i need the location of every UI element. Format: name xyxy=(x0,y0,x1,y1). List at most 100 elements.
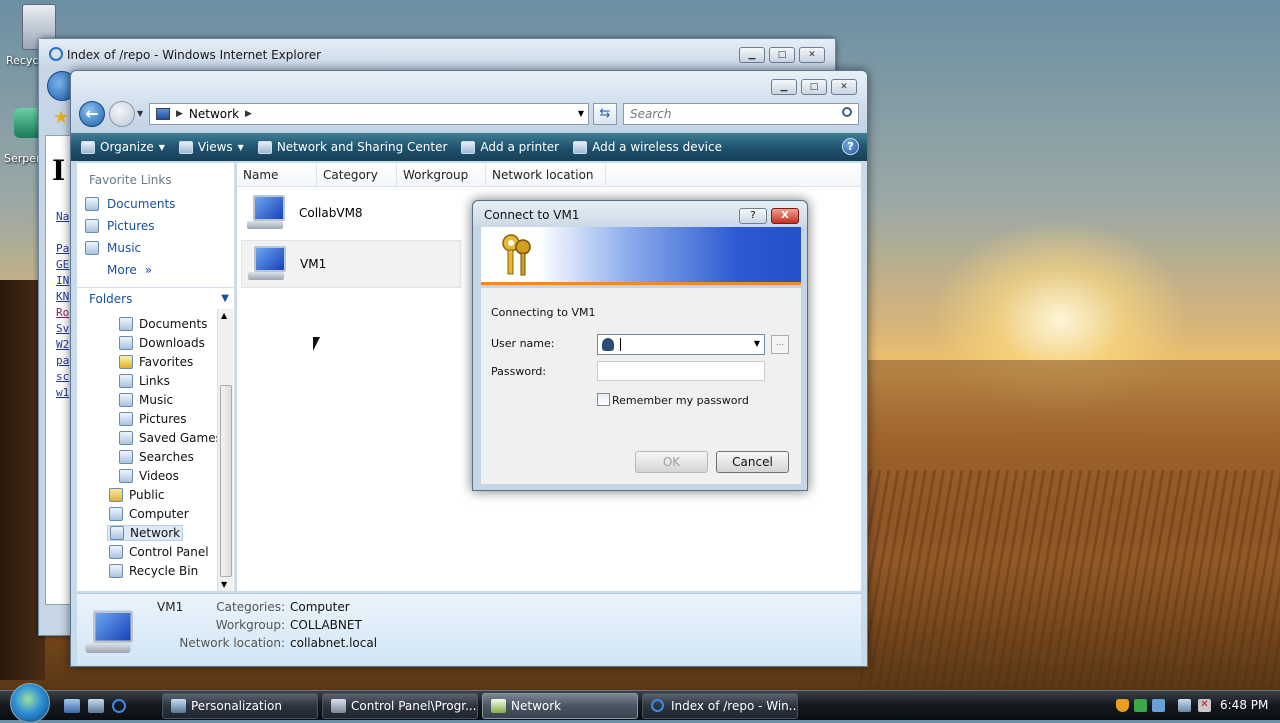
folder-public[interactable]: Public xyxy=(109,488,165,502)
task-control-panel[interactable]: Control Panel\Progr... xyxy=(322,693,478,719)
column-category[interactable]: Category xyxy=(317,163,397,187)
page-link[interactable]: pa xyxy=(56,354,69,367)
page-link[interactable]: w1 xyxy=(56,386,69,399)
ie-maximize-button[interactable]: □ xyxy=(769,47,795,63)
column-workgroup[interactable]: Workgroup xyxy=(397,163,486,187)
network-icon xyxy=(110,526,124,540)
list-item[interactable]: VM1 xyxy=(241,240,461,288)
add-wireless-device-button[interactable]: Add a wireless device xyxy=(573,140,722,154)
dialog-close-button[interactable]: X xyxy=(771,208,799,224)
remember-password-label[interactable]: Remember my password xyxy=(612,394,749,407)
network-status-icon[interactable] xyxy=(1178,699,1191,712)
forward-button[interactable] xyxy=(109,101,135,127)
ie-quicklaunch-icon[interactable] xyxy=(112,699,126,713)
volume-muted-icon[interactable]: ✕ xyxy=(1198,699,1211,712)
folder-label: Downloads xyxy=(139,336,205,350)
add-printer-button[interactable]: Add a printer xyxy=(461,140,559,154)
folder-documents[interactable]: Documents xyxy=(119,317,207,331)
page-link[interactable]: Ro xyxy=(56,306,69,319)
app-tray-icon[interactable] xyxy=(1152,699,1165,712)
folder-control-panel[interactable]: Control Panel xyxy=(109,545,209,559)
folder-searches[interactable]: Searches xyxy=(119,450,194,464)
explorer-maximize-button[interactable]: □ xyxy=(801,79,827,95)
browse-button[interactable]: ... xyxy=(771,335,789,354)
folder-music[interactable]: Music xyxy=(119,393,173,407)
explorer-minimize-button[interactable]: ▁ xyxy=(771,79,797,95)
refresh-button[interactable]: ⇆ xyxy=(593,103,617,125)
folder-computer[interactable]: Computer xyxy=(109,507,189,521)
ie-logo-icon xyxy=(49,47,63,61)
address-dropdown-icon[interactable]: ▼ xyxy=(578,104,584,124)
username-combobox[interactable]: ▼ xyxy=(597,334,765,355)
list-item[interactable]: CollabVM8 xyxy=(241,189,461,237)
scroll-down-icon[interactable]: ▼ xyxy=(221,580,227,589)
page-link[interactable]: GE xyxy=(56,258,69,271)
page-link[interactable]: sc xyxy=(56,370,69,383)
favorite-link-documents[interactable]: Documents xyxy=(85,197,175,211)
favorite-link-label: Pictures xyxy=(107,219,155,233)
page-link[interactable]: W2 xyxy=(56,338,69,351)
safely-remove-icon[interactable] xyxy=(1134,699,1147,712)
search-input[interactable]: Search xyxy=(623,103,859,125)
page-link[interactable]: KN xyxy=(56,290,69,303)
address-bar[interactable]: ▶ Network ▶ ▼ xyxy=(149,103,589,125)
documents-icon xyxy=(85,197,99,211)
task-network[interactable]: Network xyxy=(482,693,638,719)
favorites-star-icon[interactable]: ★ xyxy=(53,107,69,128)
column-name[interactable]: Name xyxy=(237,163,317,187)
ie-minimize-button[interactable]: ▁ xyxy=(739,47,765,63)
folders-scrollbar[interactable]: ▲ ▼ xyxy=(217,309,233,591)
task-personalization[interactable]: Personalization xyxy=(162,693,318,719)
breadcrumb-arrow-icon[interactable]: ▶ xyxy=(245,104,252,124)
folder-videos[interactable]: Videos xyxy=(119,469,179,483)
folder-favorites[interactable]: Favorites xyxy=(119,355,193,369)
column-network-location[interactable]: Network location xyxy=(486,163,606,187)
folders-header[interactable]: Folders ▼ xyxy=(77,287,235,309)
scroll-up-icon[interactable]: ▲ xyxy=(221,311,227,320)
organize-button[interactable]: Organize ▼ xyxy=(81,140,165,154)
password-field[interactable] xyxy=(597,361,765,381)
page-link[interactable]: Pa xyxy=(56,242,69,255)
page-link[interactable]: Na xyxy=(56,210,69,223)
page-link[interactable]: IN xyxy=(56,274,69,287)
switch-windows-icon[interactable] xyxy=(88,699,104,713)
start-button[interactable] xyxy=(10,683,50,723)
search-icon[interactable] xyxy=(842,107,852,117)
explorer-close-button[interactable]: ✕ xyxy=(831,79,857,95)
clock[interactable]: 6:48 PM xyxy=(1220,698,1268,712)
page-link[interactable]: Sv xyxy=(56,322,69,335)
add-printer-label: Add a printer xyxy=(480,140,560,154)
shield-icon[interactable] xyxy=(1116,699,1129,712)
folder-network[interactable]: Network xyxy=(107,525,184,541)
folder-links[interactable]: Links xyxy=(119,374,170,388)
recent-pages-dropdown[interactable]: ▼ xyxy=(137,109,143,118)
remember-password-checkbox[interactable] xyxy=(597,393,610,406)
favorite-link-music[interactable]: Music xyxy=(85,241,141,255)
folder-downloads[interactable]: Downloads xyxy=(119,336,205,350)
dialog-help-button[interactable]: ? xyxy=(739,208,767,224)
folder-label: Documents xyxy=(139,317,208,331)
ie-close-button[interactable]: ✕ xyxy=(799,47,825,63)
views-button[interactable]: Views ▼ xyxy=(178,140,244,154)
folder-pictures[interactable]: Pictures xyxy=(119,412,187,426)
command-bar: Organize ▼ Views ▼ Network and Sharing Cen… xyxy=(71,133,867,161)
more-links[interactable]: More » xyxy=(107,263,152,277)
breadcrumb-arrow-icon[interactable]: ▶ xyxy=(176,104,183,124)
network-sharing-center-button[interactable]: Network and Sharing Center xyxy=(257,140,447,154)
breadcrumb-network[interactable]: Network xyxy=(189,104,239,124)
task-label: Index of /repo - Win... xyxy=(671,699,798,713)
back-button[interactable]: ← xyxy=(79,101,105,127)
show-desktop-icon[interactable] xyxy=(64,699,80,713)
explorer-caption-buttons: ▁ □ ✕ xyxy=(771,79,857,95)
folder-recycle-bin[interactable]: Recycle Bin xyxy=(109,564,198,578)
help-icon[interactable]: ? xyxy=(842,138,859,155)
chevron-down-icon[interactable]: ▼ xyxy=(754,339,760,348)
task-internet-explorer[interactable]: Index of /repo - Win... xyxy=(642,693,798,719)
connecting-text: Connecting to VM1 xyxy=(491,306,596,319)
cancel-button[interactable]: Cancel xyxy=(716,451,789,473)
favorite-link-pictures[interactable]: Pictures xyxy=(85,219,155,233)
connect-dialog[interactable]: Connect to VM1 ? X Connecting to VM1 Use… xyxy=(472,200,808,491)
ok-button[interactable]: OK xyxy=(635,451,708,473)
scrollbar-thumb[interactable] xyxy=(220,385,232,577)
folder-saved-games[interactable]: Saved Games xyxy=(119,431,222,445)
